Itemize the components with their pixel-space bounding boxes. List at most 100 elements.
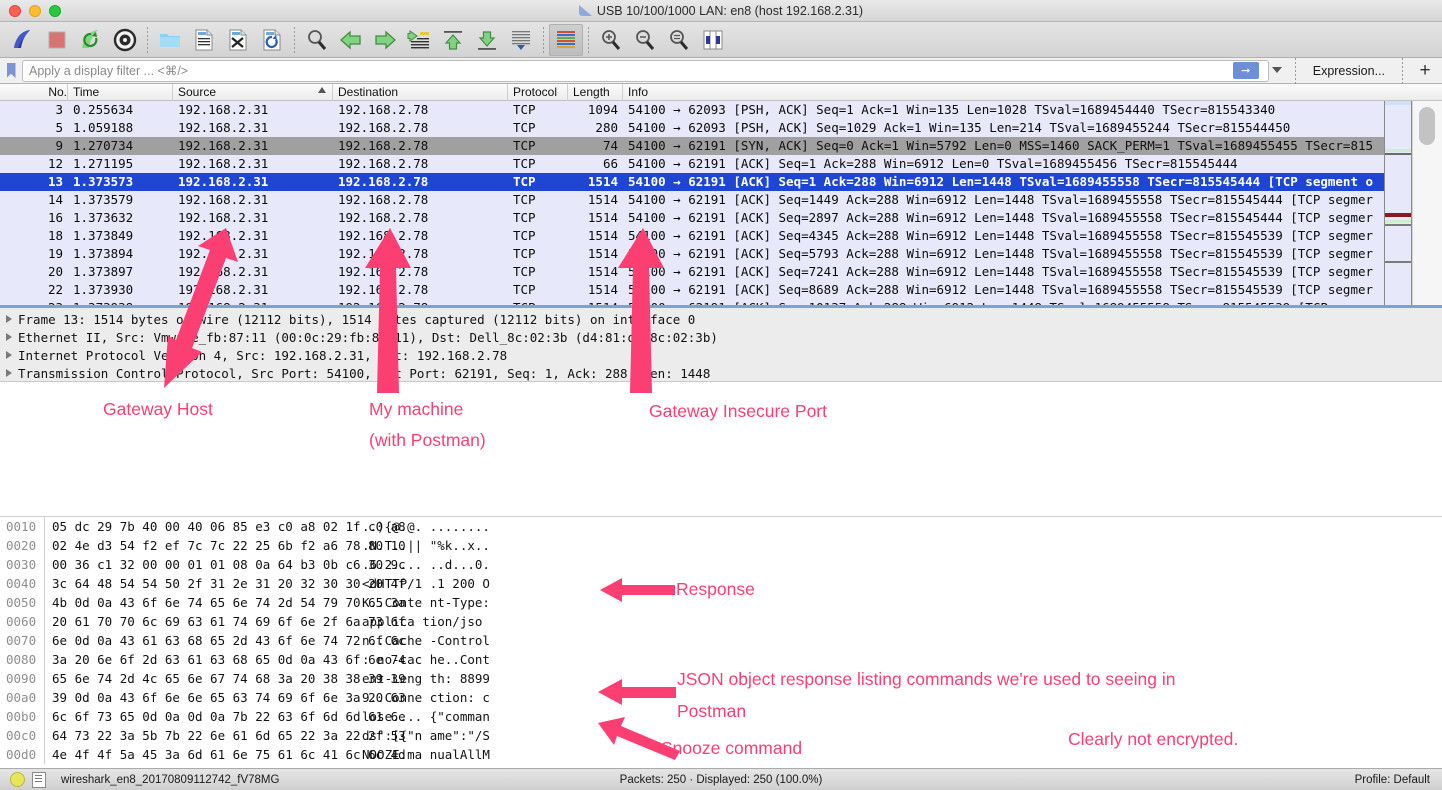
hex-dump-row[interactable]: 001005 dc 29 7b 40 00 40 06 85 e3 c0 a8 …	[0, 517, 1442, 536]
column-header-length-label: Length	[573, 85, 610, 99]
open-file-icon[interactable]	[153, 24, 187, 56]
toolbar-separator	[543, 27, 544, 53]
detail-tree-row[interactable]: Ethernet II, Src: Vmware_fb:87:11 (00:0c…	[0, 328, 1442, 346]
cell-length: 1514	[568, 299, 623, 308]
table-row[interactable]: 121.271195192.168.2.31192.168.2.78TCP665…	[0, 155, 1442, 173]
packet-detail-pane[interactable]: Frame 13: 1514 bytes on wire (12112 bits…	[0, 308, 1442, 382]
cell-source: 192.168.2.31	[173, 245, 333, 263]
cell-time: 1.373930	[68, 281, 173, 299]
go-forward-icon[interactable]	[368, 24, 402, 56]
column-header-length[interactable]: Length	[568, 84, 623, 101]
apply-filter-button[interactable]: ➞	[1229, 61, 1263, 80]
table-row[interactable]: 161.373632192.168.2.31192.168.2.78TCP151…	[0, 209, 1442, 227]
cell-time: 1.059188	[68, 119, 173, 137]
table-row[interactable]: 201.373897192.168.2.31192.168.2.78TCP151…	[0, 263, 1442, 281]
packet-list-pane[interactable]: No. Time Source Destination Protocol Len…	[0, 84, 1442, 308]
window-titlebar: USB 10/100/1000 LAN: en8 (host 192.168.2…	[0, 0, 1442, 22]
column-header-protocol[interactable]: Protocol	[508, 84, 568, 101]
detail-tree-row[interactable]: Internet Protocol Version 4, Src: 192.16…	[0, 346, 1442, 364]
save-file-icon[interactable]	[187, 24, 221, 56]
restart-capture-icon[interactable]	[74, 24, 108, 56]
hex-offset: 0090	[0, 671, 44, 686]
table-row[interactable]: 181.373849192.168.2.31192.168.2.78TCP151…	[0, 227, 1442, 245]
cell-info: 54100 → 62093 [PSH, ACK] Seq=1 Ack=1 Win…	[623, 101, 1442, 119]
bookmark-icon[interactable]	[0, 63, 22, 78]
resize-columns-icon[interactable]	[696, 24, 730, 56]
hex-dump-row[interactable]: 00706e 0d 0a 43 61 63 68 65 2d 43 6f 6e …	[0, 631, 1442, 650]
not-encrypted-annotation: Clearly not encrypted.	[1068, 728, 1238, 750]
packet-list-scrollbar[interactable]	[1412, 101, 1442, 305]
hex-dump-row[interactable]: 00803a 20 6e 6f 2d 63 61 63 68 65 0d 0a …	[0, 650, 1442, 669]
cell-info: 54100 → 62191 [ACK] Seq=4345 Ack=288 Win…	[623, 227, 1442, 245]
table-row[interactable]: 131.373573192.168.2.31192.168.2.78TCP151…	[0, 173, 1442, 191]
hex-dump-row[interactable]: 006020 61 70 70 6c 69 63 61 74 69 6f 6e …	[0, 612, 1442, 631]
column-header-no[interactable]: No.	[0, 84, 68, 101]
reload-file-icon[interactable]	[255, 24, 289, 56]
table-row[interactable]: 191.373894192.168.2.31192.168.2.78TCP151…	[0, 245, 1442, 263]
add-filter-button[interactable]: +	[1408, 61, 1442, 80]
hex-offset: 0040	[0, 576, 44, 591]
cell-length: 1514	[568, 191, 623, 209]
table-row[interactable]: 231.373938192.168.2.31192.168.2.78TCP151…	[0, 299, 1442, 308]
column-header-source-label: Source	[178, 85, 216, 99]
cell-source: 192.168.2.31	[173, 299, 333, 308]
column-header-info[interactable]: Info	[623, 84, 1442, 101]
zoom-reset-icon[interactable]	[662, 24, 696, 56]
column-header-destination[interactable]: Destination	[333, 84, 508, 101]
packet-list-header[interactable]: No. Time Source Destination Protocol Len…	[0, 84, 1442, 101]
go-to-last-icon[interactable]	[470, 24, 504, 56]
column-header-time[interactable]: Time	[68, 84, 173, 101]
hex-dump-row[interactable]: 003000 36 c1 32 00 00 01 01 08 0a 64 b3 …	[0, 555, 1442, 574]
hex-ascii: NOOZE:ma nualAllM	[362, 747, 512, 762]
colorize-icon[interactable]	[549, 24, 583, 56]
cell-no: 3	[0, 101, 68, 119]
packet-counts: Packets: 250 · Displayed: 250 (100.0%)	[0, 774, 1442, 786]
hex-rows-container[interactable]: 001005 dc 29 7b 40 00 40 06 85 e3 c0 a8 …	[0, 517, 1442, 764]
cell-source: 192.168.2.31	[173, 173, 333, 191]
go-back-icon[interactable]	[334, 24, 368, 56]
chevron-right-icon[interactable]	[0, 315, 18, 323]
hex-bytes: 00 36 c1 32 00 00 01 01 08 0a 64 b3 0b c…	[52, 557, 362, 572]
hex-dump-row[interactable]: 002002 4e d3 54 f2 ef 7c 7c 22 25 6b f2 …	[0, 536, 1442, 555]
go-to-first-icon[interactable]	[436, 24, 470, 56]
start-capture-icon[interactable]	[6, 24, 40, 56]
table-row[interactable]: 51.059188192.168.2.31192.168.2.78TCP2805…	[0, 119, 1442, 137]
filter-expression-button[interactable]: Expression...	[1301, 64, 1397, 78]
scrollbar-thumb[interactable]	[1419, 107, 1435, 145]
chevron-right-icon[interactable]	[0, 333, 18, 341]
stop-capture-icon[interactable]	[40, 24, 74, 56]
detail-tree-row[interactable]: Frame 13: 1514 bytes on wire (12112 bits…	[0, 310, 1442, 328]
packet-bytes-pane[interactable]: 001005 dc 29 7b 40 00 40 06 85 e3 c0 a8 …	[0, 516, 1442, 764]
close-file-icon[interactable]	[221, 24, 255, 56]
hex-ascii: .6.2.... ..d...0.	[362, 557, 512, 572]
table-row[interactable]: 30.255634192.168.2.31192.168.2.78TCP1094…	[0, 101, 1442, 119]
cell-source: 192.168.2.31	[173, 281, 333, 299]
cell-info: 54100 → 62191 [ACK] Seq=2897 Ack=288 Win…	[623, 209, 1442, 227]
column-header-source[interactable]: Source	[173, 84, 333, 101]
chevron-down-icon[interactable]	[1269, 61, 1286, 80]
find-packet-icon[interactable]	[300, 24, 334, 56]
packet-detail-container[interactable]: Frame 13: 1514 bytes on wire (12112 bits…	[0, 310, 1442, 382]
capture-options-icon[interactable]	[108, 24, 142, 56]
cell-destination: 192.168.2.78	[333, 155, 508, 173]
table-row[interactable]: 141.373579192.168.2.31192.168.2.78TCP151…	[0, 191, 1442, 209]
auto-scroll-icon[interactable]	[504, 24, 538, 56]
packet-rows-container[interactable]: 30.255634192.168.2.31192.168.2.78TCP1094…	[0, 101, 1442, 308]
intelligent-scrollbar[interactable]	[1384, 101, 1412, 305]
hex-ascii: ent-Leng th: 8899	[362, 671, 512, 686]
search-input[interactable]: Apply a display filter ... <⌘/>	[22, 60, 1269, 82]
table-row[interactable]: 221.373930192.168.2.31192.168.2.78TCP151…	[0, 281, 1442, 299]
detail-tree-row[interactable]: Transmission Control Protocol, Src Port:…	[0, 364, 1442, 382]
go-to-packet-icon[interactable]	[402, 24, 436, 56]
cell-destination: 192.168.2.78	[333, 101, 508, 119]
cell-protocol: TCP	[508, 155, 568, 173]
zoom-out-icon[interactable]	[628, 24, 662, 56]
cell-protocol: TCP	[508, 119, 568, 137]
filter-separator	[1402, 58, 1403, 84]
chevron-right-icon[interactable]	[0, 369, 18, 377]
chevron-right-icon[interactable]	[0, 351, 18, 359]
zoom-in-icon[interactable]	[594, 24, 628, 56]
table-row[interactable]: 91.270734192.168.2.31192.168.2.78TCP7454…	[0, 137, 1442, 155]
cell-no: 9	[0, 137, 68, 155]
cell-info: 54100 → 62093 [PSH, ACK] Seq=1029 Ack=1 …	[623, 119, 1442, 137]
